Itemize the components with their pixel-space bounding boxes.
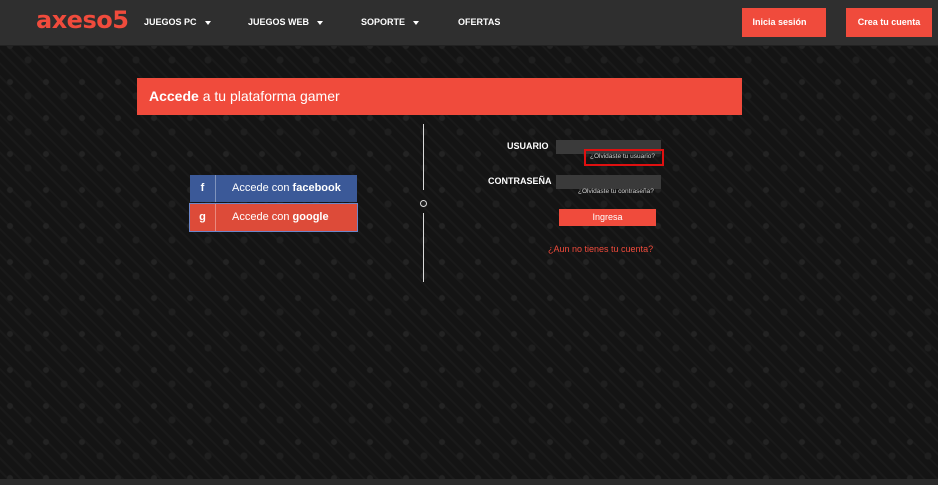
nav-soporte-label: SOPORTE bbox=[361, 17, 406, 27]
forgot-password-link[interactable]: ¿Olvidaste tu contraseña? bbox=[578, 188, 654, 195]
login-banner: Accede a tu plataforma gamer bbox=[137, 78, 742, 115]
facebook-login-button[interactable]: f Accede con facebook bbox=[190, 175, 357, 202]
google-button-label: Accede con google bbox=[232, 204, 329, 231]
nav-ofertas-label: OFERTAS bbox=[458, 17, 501, 27]
chevron-down-icon bbox=[413, 20, 420, 25]
banner-title-rest: a tu plataforma gamer bbox=[202, 88, 340, 104]
nav-ofertas[interactable]: OFERTAS bbox=[458, 0, 500, 45]
facebook-button-label: Accede con facebook bbox=[232, 175, 341, 202]
password-label: CONTRASEÑA bbox=[488, 176, 552, 186]
highlight-box bbox=[584, 149, 664, 166]
top-navigation-bar: axeso5 JUEGOS PC JUEGOS WEB SOPORTE OFER… bbox=[0, 0, 938, 45]
nav-soporte[interactable]: SOPORTE bbox=[361, 0, 420, 45]
login-button-label: Inicia sesión bbox=[752, 17, 807, 27]
vertical-divider-bottom bbox=[423, 213, 424, 282]
no-account-link[interactable]: ¿Aun no tienes tu cuenta? bbox=[548, 244, 653, 254]
nav-juegos-web-label: JUEGOS WEB bbox=[248, 17, 310, 27]
google-button-prefix: Accede con bbox=[232, 211, 290, 223]
facebook-brand: facebook bbox=[292, 182, 341, 194]
username-label: USUARIO bbox=[507, 141, 549, 151]
chevron-down-icon bbox=[204, 20, 211, 25]
nav-juegos-web[interactable]: JUEGOS WEB bbox=[248, 0, 324, 45]
ingresa-button[interactable]: Ingresa bbox=[559, 209, 656, 226]
footer-bar bbox=[0, 479, 938, 485]
facebook-button-prefix: Accede con bbox=[232, 182, 290, 194]
nav-juegos-pc-label: JUEGOS PC bbox=[144, 17, 197, 27]
password-input[interactable] bbox=[556, 175, 661, 189]
nav-juegos-pc[interactable]: JUEGOS PC bbox=[144, 0, 211, 45]
vertical-divider-top bbox=[423, 124, 424, 190]
google-brand: google bbox=[292, 211, 329, 223]
chevron-down-icon bbox=[317, 20, 324, 25]
facebook-icon: f bbox=[190, 175, 216, 202]
axeso5-logo[interactable]: axeso5 bbox=[36, 6, 129, 34]
signup-button[interactable]: Crea tu cuenta bbox=[846, 8, 932, 37]
google-login-button[interactable]: g Accede con google bbox=[190, 204, 357, 231]
google-icon: g bbox=[190, 204, 216, 231]
login-dropdown-button[interactable]: Inicia sesión bbox=[742, 8, 826, 37]
divider-dot bbox=[420, 200, 427, 207]
banner-title-strong: Accede bbox=[149, 88, 199, 104]
